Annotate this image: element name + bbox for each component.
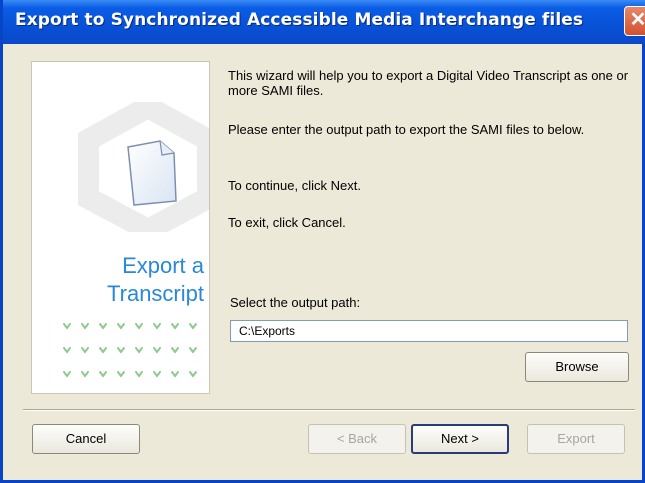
document-icon [127,140,177,206]
decorative-dots [63,323,197,378]
close-button[interactable]: ✕ [624,6,645,36]
continue-hint: To continue, click Next. [228,178,361,193]
button-separator [23,409,635,411]
title-bar[interactable]: Export to Synchronized Accessible Media … [3,0,645,44]
browse-button[interactable]: Browse [525,352,629,382]
exit-hint: To exit, click Cancel. [228,215,346,230]
panel-title: Export a Transcript [107,253,204,306]
wizard-window: Export to Synchronized Accessible Media … [0,0,645,483]
wizard-side-panel: Export a Transcript [31,61,210,394]
intro-text: This wizard will help you to export a Di… [228,68,629,98]
close-icon: ✕ [629,9,645,31]
window-title: Export to Synchronized Accessible Media … [15,10,584,30]
next-button[interactable]: Next > [411,424,509,454]
output-path-input[interactable]: C:\Exports [230,320,628,342]
output-path-label: Select the output path: [230,295,361,310]
cancel-button[interactable]: Cancel [32,424,140,454]
export-button[interactable]: Export [527,424,625,454]
back-button[interactable]: < Back [308,424,406,454]
instruction-text: Please enter the output path to export t… [228,122,585,137]
